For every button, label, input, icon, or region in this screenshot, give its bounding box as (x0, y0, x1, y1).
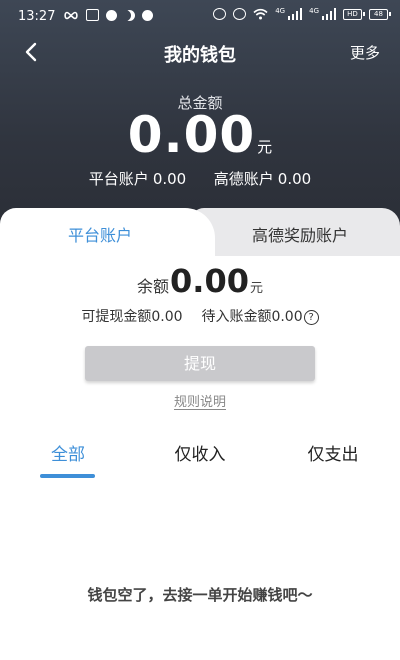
infinity-icon (64, 11, 78, 19)
navigation-bar: 我的钱包 更多 (0, 30, 400, 74)
withdraw-button[interactable]: 提现 (85, 346, 315, 381)
page-title: 我的钱包 (164, 45, 236, 66)
rules-link[interactable]: 规则说明 (0, 391, 400, 410)
total-amount: 0.00 元 (0, 106, 400, 164)
balance-label: 余额 (137, 277, 170, 296)
filter-tab-income[interactable]: 仅收入 (150, 440, 250, 465)
status-time: 13:27 (18, 9, 56, 24)
battery-icon: 48 (369, 8, 391, 20)
pending-value: 0.00 (271, 309, 303, 325)
wifi-icon (253, 8, 268, 20)
gaode-account-value: 0.00 (277, 170, 312, 188)
app-icon (86, 9, 99, 21)
no-disturb-icon (213, 8, 227, 20)
balance-unit: 元 (249, 281, 263, 296)
total-amount-value: 0.00 (127, 106, 256, 164)
empty-state-message: 钱包空了，去接一单开始赚钱吧～ (87, 586, 313, 604)
status-bar: 13:27 4G 4G HD 48 (0, 0, 400, 30)
hd-icon: HD (343, 8, 365, 20)
withdrawable-label: 可提现金额 (81, 309, 152, 325)
more-button[interactable]: 更多 (350, 42, 380, 63)
platform-account-value: 0.00 (152, 170, 187, 188)
gaode-account-label: 高德账户 (213, 170, 274, 188)
tab-gaode-reward-account-label[interactable]: 高德奖励账户 (200, 222, 400, 246)
account-tabs: 平台账户 高德奖励账户 (0, 208, 400, 256)
message-icon (106, 9, 117, 21)
signal-icon-2: 4G (309, 8, 336, 20)
question-circle-icon[interactable]: ? (303, 310, 319, 325)
filter-tab-expense[interactable]: 仅支出 (283, 440, 383, 465)
app-icon-2 (142, 9, 153, 21)
balance-details: 可提现金额0.00 待入账金额0.00? (0, 306, 400, 326)
alarm-icon (233, 8, 247, 20)
moon-icon (124, 10, 135, 21)
platform-account-label: 平台账户 (88, 170, 149, 188)
account-breakdown: 平台账户 0.00 高德账户 0.00 (0, 168, 400, 189)
filter-tab-all[interactable]: 全部 (18, 440, 118, 465)
active-tab-indicator (40, 474, 95, 478)
signal-icon: 4G (275, 8, 303, 20)
withdrawable-value: 0.00 (151, 309, 183, 325)
tab-platform-account-label[interactable]: 平台账户 (0, 222, 200, 246)
balance-amount: 0.00 (170, 262, 249, 300)
pending-label: 待入账金额 (201, 309, 272, 325)
total-amount-unit: 元 (257, 138, 273, 156)
balance: 余额0.00元 (0, 262, 400, 300)
transaction-filter-tabs: 全部 仅收入 仅支出 (0, 440, 400, 480)
